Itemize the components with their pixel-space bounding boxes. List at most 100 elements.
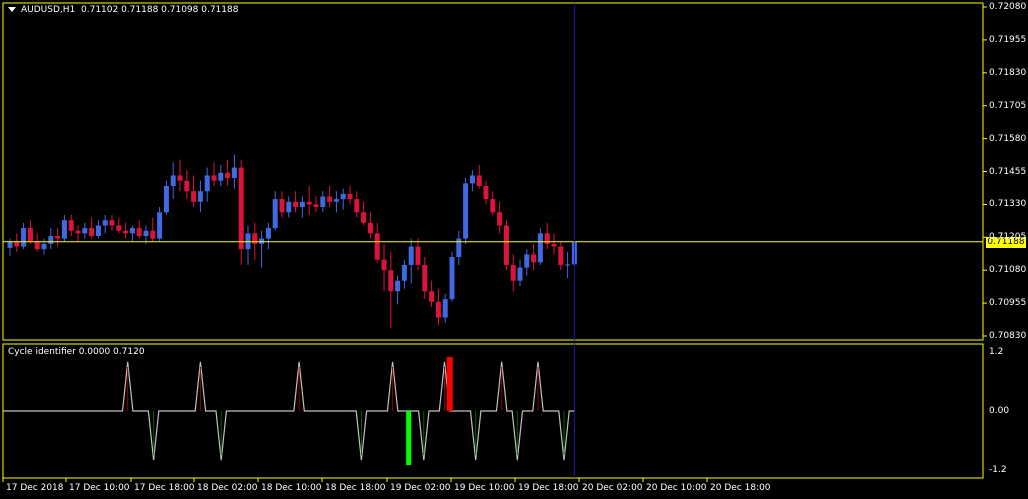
ohlc-readout: 0.71102 0.71188 0.71098 0.71188 — [81, 5, 239, 15]
candle-body — [89, 228, 95, 236]
candle-body — [422, 264, 428, 292]
candle-body — [558, 246, 564, 265]
price-tick-label: 0.71455 — [989, 166, 1027, 177]
time-tick-label: 17 Dec 10:00 — [69, 483, 130, 493]
candle-body — [238, 167, 244, 250]
candle-body — [442, 299, 448, 318]
candle-body — [435, 301, 441, 318]
candle-body — [361, 212, 367, 223]
symbol-label: AUDUSD,H1 — [21, 5, 76, 15]
candle-body — [544, 233, 550, 244]
candle-body — [170, 175, 176, 186]
indicator-tick-label: -1.2 — [989, 465, 1007, 475]
candle-body — [116, 225, 122, 231]
indicator-tick-label: 0.00 — [989, 406, 1010, 416]
candle-body — [82, 228, 88, 234]
candle-body — [191, 191, 197, 202]
menu-triangle-icon[interactable] — [8, 7, 16, 12]
candle-body — [177, 175, 183, 181]
candle-body — [279, 199, 285, 213]
candle-body — [374, 233, 380, 260]
price-tick-label: 0.71330 — [989, 199, 1027, 210]
candle-body — [163, 185, 169, 213]
candle-body — [265, 228, 271, 239]
symbol-header: AUDUSD,H1 0.71102 0.71188 0.71098 0.7118… — [8, 5, 238, 16]
indicator-title: Cycle identifier 0.0000 0.7120 — [8, 347, 145, 357]
strong-up-signal — [446, 356, 453, 411]
candle-body — [55, 235, 61, 239]
candle-body — [401, 264, 407, 281]
candle-body — [517, 267, 523, 281]
time-tick-label: 20 Dec 10:00 — [646, 483, 707, 493]
price-tick-label: 0.71080 — [989, 265, 1027, 276]
candle-body — [340, 193, 346, 200]
candle-body — [41, 243, 47, 250]
price-tick-label: 0.70830 — [989, 331, 1027, 341]
candle-body — [565, 264, 571, 266]
time-tick-label: 17 Dec 2018 — [6, 483, 64, 493]
candle-body — [218, 172, 224, 181]
candle-body — [293, 201, 299, 208]
time-tick-label: 18 Dec 10:00 — [261, 483, 322, 493]
time-tick-label: 18 Dec 02:00 — [197, 483, 258, 493]
price-tick-label: 0.71705 — [989, 100, 1027, 111]
candle-body — [367, 222, 373, 234]
time-tick-label: 19 Dec 10:00 — [454, 483, 515, 493]
candle-body — [245, 233, 251, 250]
price-tick-label: 0.71955 — [989, 34, 1027, 45]
candle-body — [48, 235, 54, 244]
candle-body — [490, 199, 496, 213]
candle-body — [510, 264, 516, 281]
time-tick-label: 20 Dec 02:00 — [582, 483, 643, 493]
candle-body — [272, 199, 278, 229]
candle-body — [61, 220, 67, 239]
candle-body — [463, 183, 469, 239]
candle-body — [252, 233, 258, 244]
candle-body — [306, 201, 312, 205]
candle-body — [476, 175, 482, 186]
candle-body — [204, 175, 210, 192]
candle-body — [109, 220, 115, 226]
indicator-tick-label: 1.2 — [989, 347, 1004, 357]
candle-body — [123, 230, 129, 234]
cycle-line — [3, 361, 575, 461]
candle-body — [381, 259, 387, 271]
candle-body — [537, 233, 543, 263]
candle-body — [143, 230, 149, 236]
candle-body — [102, 220, 108, 226]
candle-body — [211, 175, 217, 181]
candle-body — [197, 191, 203, 202]
candle-body — [259, 238, 265, 244]
price-tick-label: 0.71830 — [989, 67, 1027, 78]
candle-body — [483, 185, 489, 200]
candle-body — [469, 175, 475, 184]
candle-body — [354, 199, 360, 213]
candle-body — [150, 230, 156, 239]
price-tick-label: 0.71205 — [989, 232, 1027, 243]
candle-body — [225, 172, 231, 179]
candle-body — [347, 193, 353, 200]
time-tick-label: 18 Dec 18:00 — [325, 483, 386, 493]
candle-body — [34, 241, 40, 250]
candle-body — [27, 228, 33, 242]
candle-body — [408, 246, 414, 265]
candle-body — [449, 257, 455, 300]
candle-body — [415, 246, 421, 265]
candle-body — [286, 201, 292, 213]
price-tick-label: 0.70955 — [989, 298, 1027, 309]
indicator-layer — [3, 356, 575, 466]
price-tick-label: 0.72080 — [989, 2, 1027, 12]
time-tick-label: 19 Dec 02:00 — [390, 483, 451, 493]
candle-body — [184, 180, 190, 192]
candle-body — [21, 228, 27, 247]
chart-frames — [2, 2, 987, 482]
candle-body — [388, 270, 394, 292]
candle-body — [531, 254, 537, 263]
main-frame — [2, 2, 984, 341]
time-tick-label: 17 Dec 18:00 — [134, 483, 195, 493]
candle-body — [497, 212, 503, 226]
candle-body — [503, 225, 509, 265]
chart-canvas — [2, 2, 987, 482]
candle-body — [429, 291, 435, 302]
candle-body — [327, 196, 333, 202]
